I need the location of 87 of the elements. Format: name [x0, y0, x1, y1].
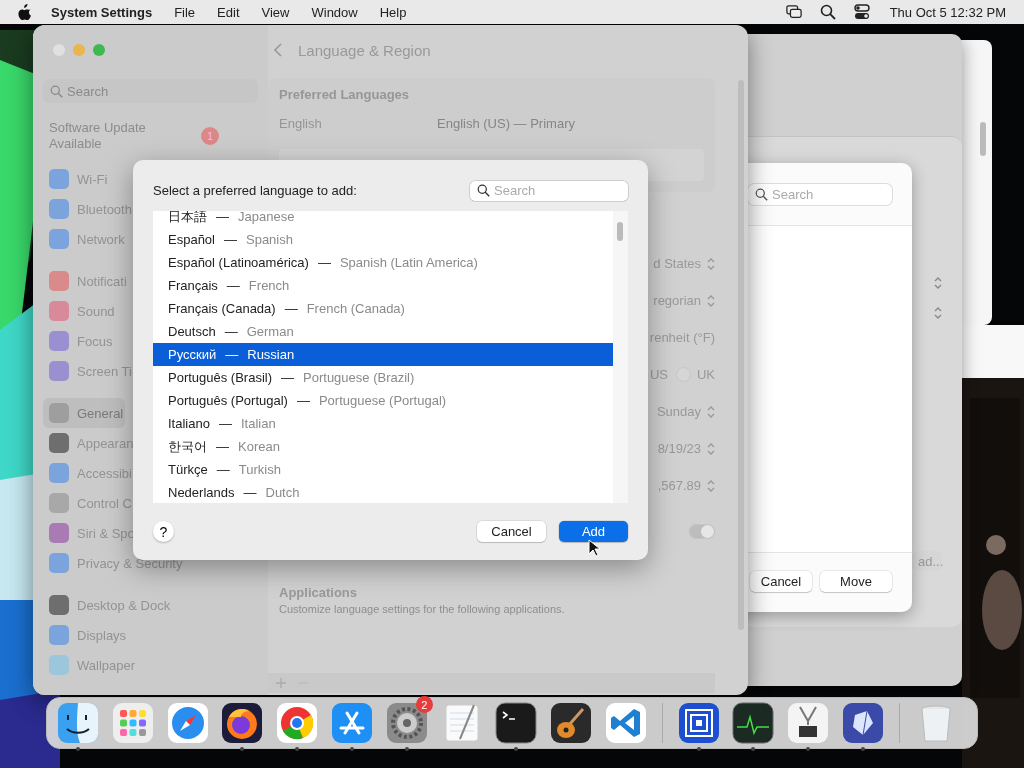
chip-icon[interactable]: [786, 701, 831, 745]
stepper-icon[interactable]: [934, 306, 942, 320]
search-field[interactable]: Search: [470, 180, 628, 201]
help-button[interactable]: ?: [153, 521, 174, 542]
language-item[interactable]: Español (Latinoamérica) — Spanish (Latin America): [153, 251, 613, 274]
code-editor-icon[interactable]: [603, 701, 648, 745]
stepper-icon[interactable]: [707, 478, 715, 493]
popup-value[interactable]: ,567.89: [657, 478, 701, 493]
sidebar-item[interactable]: Bluetooth: [43, 194, 134, 224]
stepper-icon[interactable]: [707, 404, 715, 419]
sidebar-item[interactable]: Focus: [43, 326, 115, 356]
cursor-icon: [588, 539, 600, 557]
scroll-bar: [980, 122, 986, 156]
language-item[interactable]: Español — Spanish: [153, 228, 613, 251]
sidebar-item[interactable]: Sound: [43, 296, 117, 326]
search-icon: [477, 184, 490, 197]
compass-icon[interactable]: [165, 701, 210, 745]
language-item[interactable]: 한국어 — Korean: [153, 435, 613, 458]
sidebar-item[interactable]: Notificati: [43, 266, 129, 296]
gear-icon[interactable]: [384, 701, 429, 745]
scroll-bar: [617, 222, 623, 241]
sidebar-item[interactable]: Desktop & Dock: [43, 590, 173, 620]
stepper-icon[interactable]: [707, 256, 715, 271]
stepper-icon[interactable]: [707, 441, 715, 456]
dialog-prompt: Select a preferred language to add:: [153, 183, 358, 198]
language-item[interactable]: Русский — Russian: [153, 343, 613, 366]
sidebar-item[interactable]: Wi-Fi: [43, 164, 110, 194]
language-item[interactable]: Português (Brasil) — Portuguese (Brazil): [153, 366, 613, 389]
section-title: Applications: [278, 585, 358, 600]
language-item[interactable]: Français — French: [153, 274, 613, 297]
app-store-icon[interactable]: [330, 701, 374, 745]
search-icon[interactable]: [819, 4, 836, 20]
language-item[interactable]: Italiano — Italian: [153, 412, 613, 435]
popup-value[interactable]: regorian: [653, 293, 701, 308]
popup-value[interactable]: Sunday: [656, 404, 701, 419]
menu-item[interactable]: Window: [311, 4, 358, 20]
nested-squares-icon[interactable]: [676, 701, 721, 745]
gem-icon[interactable]: [840, 701, 885, 745]
popup-value[interactable]: 8/19/23: [657, 441, 701, 456]
face-icon[interactable]: [56, 701, 100, 745]
notification-badge: 1: [201, 127, 219, 145]
activity-monitor-icon[interactable]: [731, 701, 776, 745]
language-item[interactable]: Français (Canada) — French (Canada): [153, 297, 613, 320]
sidebar-item[interactable]: General: [43, 398, 126, 428]
section-description: Customize language settings for the following applications.: [278, 603, 566, 615]
terminal-icon[interactable]: [494, 701, 539, 745]
window-title: Language & Region: [298, 41, 431, 59]
sidebar-item[interactable]: Accessibi: [43, 458, 134, 488]
browser-icon[interactable]: [275, 701, 320, 745]
stepper-icon[interactable]: [934, 276, 942, 290]
search-icon: [50, 84, 63, 98]
dialog-button[interactable]: Cancel: [750, 571, 812, 592]
language-item[interactable]: Türkçe — Turkish: [153, 458, 613, 481]
setting-value: renheit (°F): [649, 330, 715, 345]
clock: Thu Oct 5 12:32 PM: [889, 4, 1006, 20]
dialog-button[interactable]: Add: [559, 521, 628, 542]
search-field[interactable]: Search: [43, 79, 258, 103]
screen-mirroring-icon[interactable]: [785, 4, 802, 20]
back-icon[interactable]: [274, 43, 282, 57]
menu-item[interactable]: File: [174, 4, 196, 20]
sidebar-item[interactable]: Wallpaper: [43, 650, 138, 680]
guitar-icon[interactable]: [549, 701, 594, 745]
dialog-button[interactable]: Move: [820, 571, 892, 592]
language-item[interactable]: 日本語 — Japanese: [153, 211, 613, 228]
language-item[interactable]: Deutsch — German: [153, 320, 613, 343]
radio-label[interactable]: UK: [696, 367, 715, 382]
language-item[interactable]: Português (Portugal) — Portuguese (Portugal): [153, 389, 613, 412]
sidebar-item[interactable]: Displays: [43, 620, 129, 650]
app-grid-icon[interactable]: [110, 701, 155, 745]
apple-icon[interactable]: [18, 4, 32, 20]
fox-globe-icon[interactable]: [220, 701, 265, 745]
sidebar-item[interactable]: Software Update Available 1: [43, 103, 258, 152]
dialog-button[interactable]: Cancel: [477, 521, 546, 542]
menu-item[interactable]: Help: [379, 4, 407, 20]
menu-item[interactable]: View: [261, 4, 290, 20]
control-center-icon[interactable]: [853, 4, 870, 20]
language-name: English: [279, 116, 323, 131]
toggle-switch[interactable]: [689, 524, 715, 539]
sidebar-item[interactable]: Network: [43, 224, 127, 254]
search-field[interactable]: Search: [748, 184, 892, 205]
search-icon: [755, 188, 768, 201]
language-item[interactable]: Nederlands — Dutch: [153, 481, 613, 503]
app-menu[interactable]: System Settings: [51, 4, 153, 20]
stepper-icon[interactable]: [707, 293, 715, 308]
sidebar-item[interactable]: Appearan: [43, 428, 136, 458]
menu-item[interactable]: Edit: [217, 4, 240, 20]
language-region: English (US) — Primary: [437, 116, 575, 131]
